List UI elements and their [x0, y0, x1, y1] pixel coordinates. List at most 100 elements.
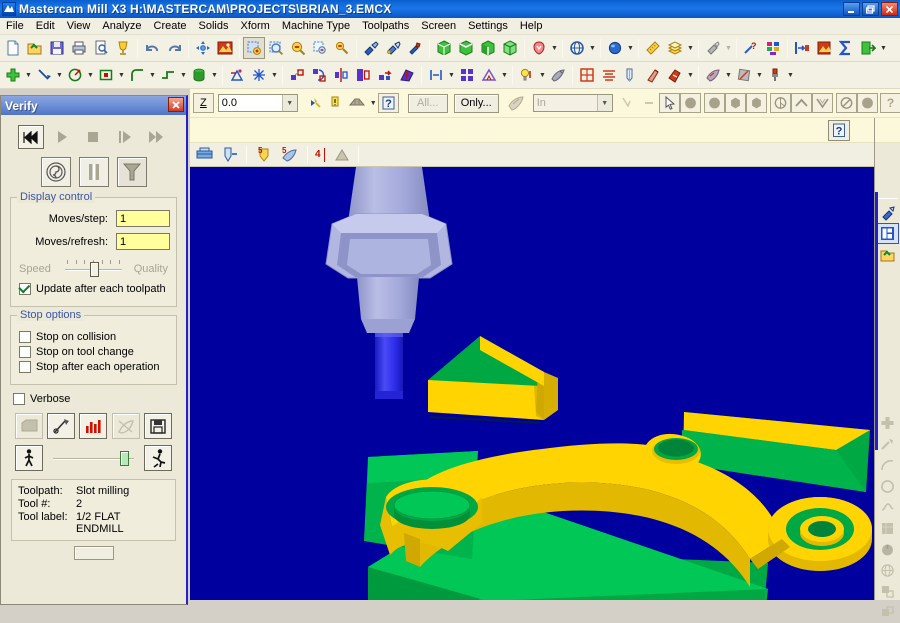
stop-on-tool-change-row[interactable]: Stop on tool change	[19, 346, 168, 358]
sidebar-surface-icon[interactable]	[877, 518, 899, 539]
menu-solids[interactable]: Solids	[193, 19, 235, 33]
solid-select-icon[interactable]	[639, 93, 659, 113]
toolpath-grid-icon[interactable]	[576, 64, 598, 86]
analyze-icon[interactable]: ?	[740, 37, 762, 59]
toolpath-lines-icon[interactable]	[598, 64, 620, 86]
run-speed-thumb[interactable]	[120, 451, 129, 466]
xform-scale-icon[interactable]	[352, 64, 374, 86]
create-fillet-icon[interactable]	[126, 64, 148, 86]
shade-3-icon[interactable]	[725, 93, 746, 113]
xform-project-icon[interactable]	[396, 64, 418, 86]
surface-normals-icon[interactable]	[812, 93, 833, 113]
layers-dropdown-arrow[interactable]: ▼	[686, 37, 695, 59]
create-fillet-dropdown-arrow[interactable]: ▼	[148, 64, 157, 86]
menu-create[interactable]: Create	[148, 19, 193, 33]
create-line-dropdown-arrow[interactable]: ▼	[55, 64, 64, 86]
create-spline-dropdown-arrow[interactable]: ▼	[179, 64, 188, 86]
surface-finish-dropdown-arrow[interactable]: ▼	[755, 64, 764, 86]
sidebar-spline-icon[interactable]	[877, 497, 899, 518]
xform-mirror-icon[interactable]	[308, 64, 330, 86]
light-icon[interactable]	[516, 64, 538, 86]
toolpath-contour-icon[interactable]	[642, 64, 664, 86]
graphics-viewport[interactable]	[190, 167, 874, 600]
run-speed-slider[interactable]	[53, 448, 134, 468]
sidebar-dim-icon[interactable]	[877, 581, 899, 602]
open-file-icon[interactable]	[24, 37, 46, 59]
create-rect-dropdown-arrow[interactable]: ▼	[117, 64, 126, 86]
view-right-icon[interactable]	[499, 37, 521, 59]
fast-forward-button[interactable]	[143, 125, 169, 149]
mode-combo[interactable]: In ▼	[533, 94, 613, 112]
unzoom-icon[interactable]	[331, 37, 353, 59]
surface-icon[interactable]	[547, 64, 569, 86]
sidebar-toolpath-manager-icon[interactable]	[877, 223, 899, 244]
ok-button[interactable]	[74, 546, 114, 560]
menu-analyze[interactable]: Analyze	[96, 19, 147, 33]
new-file-icon[interactable]	[2, 37, 24, 59]
help-icon[interactable]: ?	[378, 93, 399, 113]
blank-entity-icon[interactable]	[702, 37, 724, 59]
sidebar-open-folder-icon[interactable]	[877, 244, 899, 265]
context-help-button[interactable]: ?	[828, 120, 850, 141]
chevron-down-icon[interactable]: ▼	[282, 95, 297, 111]
xform-rotate-icon[interactable]	[330, 64, 352, 86]
toolpath-pocket-icon[interactable]	[664, 64, 686, 86]
help-question-icon[interactable]: ?	[880, 93, 900, 113]
zoom-selected-icon[interactable]	[309, 37, 331, 59]
dynamic-rotate-icon[interactable]	[382, 37, 404, 59]
stop-on-tool-change-checkbox[interactable]	[19, 346, 31, 358]
drafting-icon[interactable]	[226, 64, 248, 86]
menu-toolpaths[interactable]: Toolpaths	[356, 19, 415, 33]
menu-help[interactable]: Help	[514, 19, 549, 33]
pan-icon[interactable]	[192, 37, 214, 59]
ruler-icon[interactable]	[642, 37, 664, 59]
pick-rotate-icon[interactable]	[404, 37, 426, 59]
create-arc-icon[interactable]	[64, 64, 86, 86]
stock-bar-icon[interactable]	[79, 157, 109, 187]
step-button[interactable]	[112, 125, 138, 149]
stop-after-each-operation-checkbox[interactable]	[19, 361, 31, 373]
rewind-button[interactable]	[18, 125, 44, 149]
moves-refresh-input[interactable]: 1	[116, 233, 170, 250]
create-primitive-dropdown-arrow[interactable]: ▼	[210, 64, 219, 86]
toolpath-surface-finish-icon[interactable]	[733, 64, 755, 86]
wcs-dropdown-arrow[interactable]: ▼	[588, 37, 597, 59]
machine-group-icon[interactable]	[192, 145, 218, 165]
sidebar-arc-icon[interactable]	[877, 455, 899, 476]
light-dropdown-arrow[interactable]: ▼	[538, 64, 547, 86]
compare-icon[interactable]	[112, 413, 140, 439]
warning-icon[interactable]	[325, 93, 345, 113]
create-rectangle-icon[interactable]	[95, 64, 117, 86]
view-front-icon[interactable]	[477, 37, 499, 59]
zoom-out-icon[interactable]	[287, 37, 309, 59]
chamfer-dropdown-arrow[interactable]: ▼	[500, 64, 509, 86]
menu-edit[interactable]: Edit	[30, 19, 61, 33]
goblet-icon[interactable]	[112, 37, 134, 59]
xform-translate-icon[interactable]	[286, 64, 308, 86]
gview-dropdown-arrow[interactable]: ▼	[550, 37, 559, 59]
moves-step-input[interactable]: 1	[116, 210, 170, 227]
chamfer-icon[interactable]	[478, 64, 500, 86]
menu-view[interactable]: View	[61, 19, 97, 33]
verbose-checkbox[interactable]	[13, 393, 25, 405]
pocket-dropdown-arrow[interactable]: ▼	[686, 64, 695, 86]
zoom-target-icon[interactable]	[243, 37, 265, 59]
spiral-icon[interactable]	[41, 157, 71, 187]
create-primitive-icon[interactable]	[188, 64, 210, 86]
grid-icon[interactable]	[456, 64, 478, 86]
shade-1-icon[interactable]	[680, 93, 701, 113]
op-5-icon[interactable]: 5	[251, 145, 277, 165]
exit-icon[interactable]	[857, 37, 879, 59]
create-point-icon[interactable]	[2, 64, 24, 86]
create-spline-icon[interactable]	[157, 64, 179, 86]
wireframe-select-icon[interactable]	[617, 93, 639, 113]
filled-shade-icon[interactable]	[857, 93, 878, 113]
wcs-icon[interactable]	[566, 37, 588, 59]
gview-icon[interactable]	[528, 37, 550, 59]
zoom-window-icon[interactable]	[265, 37, 287, 59]
create-point-dropdown-arrow[interactable]: ▼	[24, 64, 33, 86]
only-button[interactable]: Only...	[454, 94, 499, 113]
walking-man-icon[interactable]	[15, 445, 43, 471]
sidebar-dim2-icon[interactable]	[877, 602, 899, 623]
toolpath-drill-icon[interactable]	[620, 64, 642, 86]
